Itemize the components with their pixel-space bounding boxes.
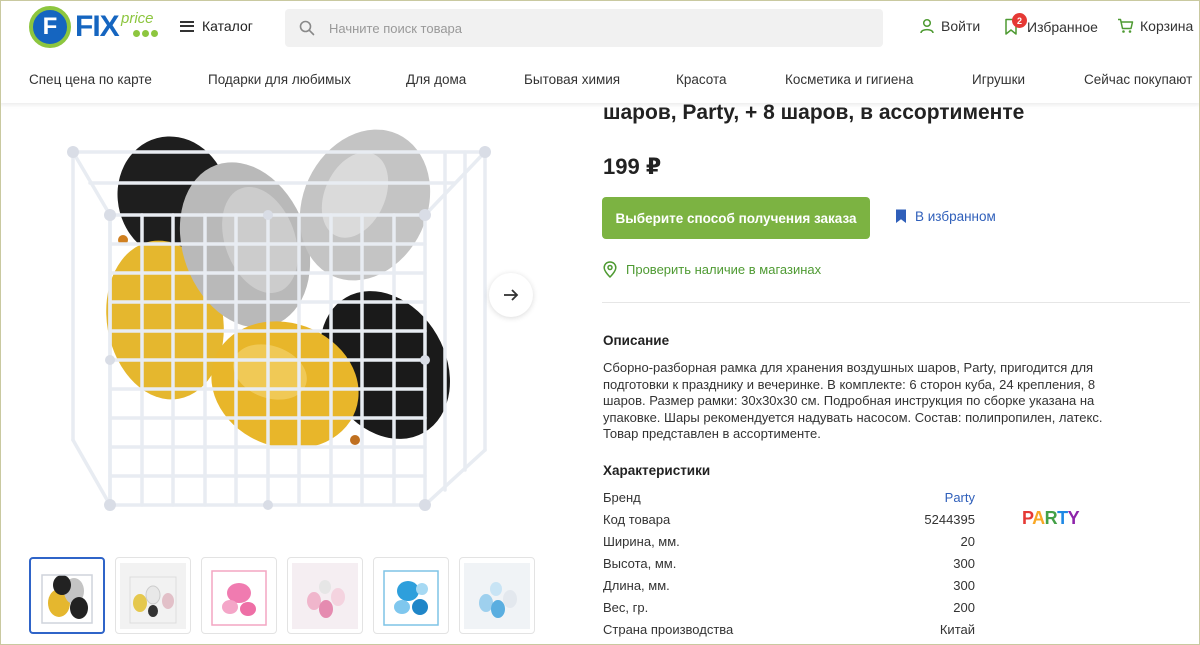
spec-label: Длина, мм. [603,578,670,593]
description-heading: Описание [603,333,670,348]
spec-value: 300 [953,578,975,593]
thumb-blue-image [383,569,439,626]
thumbnail-3[interactable] [201,557,277,634]
spec-row-weight: Вес, гр. 200 [603,600,975,622]
spec-label: Ширина, мм. [603,534,680,549]
spec-label: Вес, гр. [603,600,649,615]
spec-value: 300 [953,556,975,571]
thumbnail-1[interactable] [29,557,105,634]
favorites-button[interactable]: 2 Избранное [1003,13,1098,36]
spec-label: Код товара [603,512,671,527]
choose-delivery-button[interactable]: Выберите способ получения заказа [602,197,870,239]
spec-value: Китай [939,622,975,637]
spec-row-brand: Бренд Party [603,490,975,512]
cart-button[interactable]: Корзина [1117,18,1193,34]
party-brand-logo[interactable]: PARTY [1022,508,1080,529]
product-price: 199 ₽ [603,154,662,179]
login-button[interactable]: Войти [919,18,980,34]
user-icon [920,18,934,34]
spec-value: 20 [960,534,975,549]
check-stock-label: Проверить наличие в магазинах [626,262,822,277]
catalog-button[interactable]: Каталог [180,18,253,34]
logo-text: FIX [75,10,120,43]
nav-item-special-price[interactable]: Спец цена по карте [29,72,152,87]
thumbnail-4[interactable] [287,557,363,634]
nav-item-cosmetics[interactable]: Косметика и гигиена [785,72,913,87]
specs-heading: Характеристики [603,463,711,478]
spec-row-country: Страна производства Китай [603,622,975,644]
category-nav: Спец цена по карте Подарки для любимых Д… [0,70,1200,92]
nav-item-home[interactable]: Для дома [406,72,466,87]
check-stock-link[interactable]: Проверить наличие в магазинах [603,261,821,278]
thumbnail-6[interactable] [459,557,535,634]
spec-row-code: Код товара 5244395 [603,512,975,534]
spec-row-height: Высота, мм. 300 [603,556,975,578]
thumb-pink-white-image [292,562,358,629]
spec-label: Высота, мм. [603,556,677,571]
spec-label: Бренд [603,490,641,505]
spec-row-length: Длина, мм. 300 [603,578,975,600]
cart-label: Корзина [1140,18,1194,34]
nav-item-household-chemicals[interactable]: Бытовая химия [524,72,620,87]
logo-f-icon: F [29,6,71,48]
search-bar[interactable] [285,9,883,47]
site-header: F FIX price Каталог Войти 2 Избранное Ко… [0,0,1200,103]
in-favorites-link[interactable]: В избранном [895,209,996,224]
section-divider [602,302,1190,303]
spec-label: Страна производства [603,622,734,637]
search-icon [299,20,315,36]
product-main-image [67,129,491,511]
spec-value: 5244395 [924,512,975,527]
gallery-next-button[interactable] [489,273,533,317]
search-input[interactable] [329,20,849,36]
bookmark-filled-icon [896,209,906,223]
thumbnail-2[interactable] [115,557,191,634]
in-favorites-label: В избранном [915,209,996,224]
spec-value: 200 [953,600,975,615]
spec-value-brand-link[interactable]: Party [945,490,975,512]
favorites-label: Избранное [1027,19,1098,35]
thumb-pink-image [211,569,267,626]
description-text: Сборно-разборная рамка для хранения возд… [603,360,1103,441]
cart-icon [1118,18,1134,33]
thumbnail-5[interactable] [373,557,449,634]
favorites-count-badge: 2 [1012,13,1027,28]
menu-icon [180,20,194,32]
login-label: Войти [941,18,981,34]
nav-item-toys[interactable]: Игрушки [972,72,1025,87]
location-pin-icon [603,261,617,278]
thumb-gold-black-image [41,573,93,624]
catalog-label: Каталог [202,18,253,34]
nav-item-beauty[interactable]: Красота [676,72,727,87]
product-title: шаров, Party, + 8 шаров, в ассортименте [603,101,1025,124]
nav-item-trending[interactable]: Сейчас покупают [1084,72,1192,87]
nav-item-gifts[interactable]: Подарки для любимых [208,72,351,87]
favorites-icon-wrap: 2 [1003,13,1027,36]
thumb-white-blue-image [464,562,530,629]
thumb-white-gold-image [120,562,186,629]
logo-dots-icon [133,30,158,37]
logo-price-text: price [121,10,154,27]
arrow-right-icon [504,289,519,301]
spec-row-width: Ширина, мм. 20 [603,534,975,556]
fixprice-logo[interactable]: F FIX price [29,6,164,48]
gallery-thumbnails [29,557,535,634]
